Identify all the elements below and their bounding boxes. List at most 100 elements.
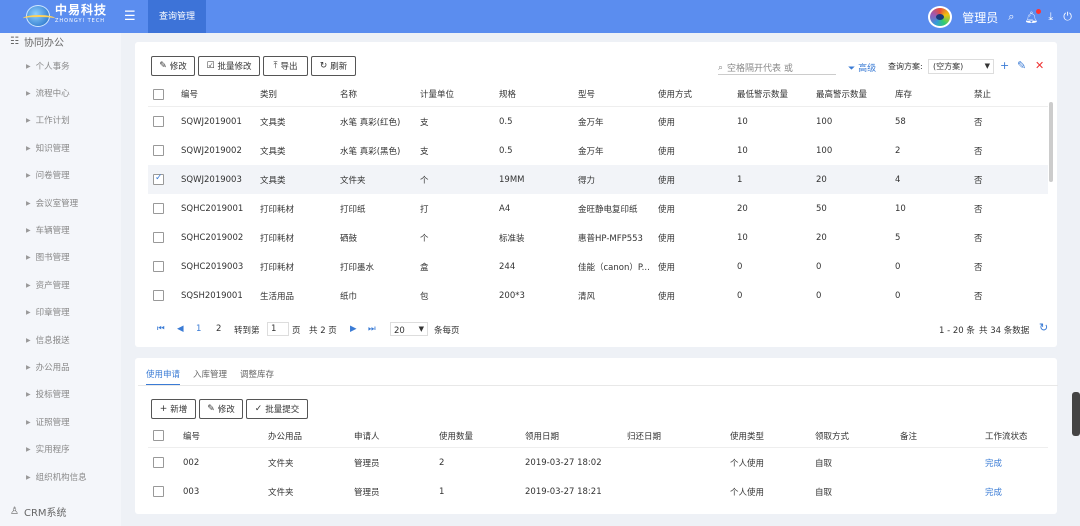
- col-header[interactable]: 编号: [181, 88, 198, 100]
- col-header[interactable]: 领取方式: [815, 430, 849, 442]
- goto-page-input[interactable]: 1: [267, 322, 289, 336]
- row-checkbox[interactable]: [153, 232, 164, 243]
- sidebar-item[interactable]: ▶ 工作计划: [26, 114, 70, 126]
- table-row[interactable]: SQSH2019001 生活用品 纸巾 包 200*3 清风 使用 0 0 0 否: [148, 281, 1048, 310]
- tab-query-management[interactable]: 查询管理: [148, 0, 206, 33]
- col-header[interactable]: 使用数量: [439, 430, 473, 442]
- next-page-icon[interactable]: ▶: [350, 324, 357, 334]
- edit-application-button[interactable]: ✎ 修改: [199, 399, 243, 419]
- sidebar-item[interactable]: ▶ 实用程序: [26, 443, 70, 455]
- refresh-button[interactable]: ↻ 刷新: [311, 56, 356, 76]
- username[interactable]: 管理员: [962, 9, 998, 26]
- page-size-select[interactable]: 20 ▼: [390, 322, 428, 336]
- edit-button[interactable]: ✎ 修改: [151, 56, 195, 76]
- advanced-filter[interactable]: ⏷ 高级: [848, 61, 876, 74]
- col-header[interactable]: 禁止: [974, 88, 991, 100]
- col-header[interactable]: 归还日期: [627, 430, 661, 442]
- batch-edit-button[interactable]: ☑ 批量修改: [198, 56, 260, 76]
- col-header[interactable]: 办公用品: [268, 430, 302, 442]
- sidebar-item[interactable]: ▶ 组织机构信息: [26, 471, 87, 483]
- table-row[interactable]: SQWJ2019001 文具类 水笔 真彩(红色) 支 0.5 金万年 使用 10 100 58 否: [148, 107, 1048, 136]
- menu-toggle-icon[interactable]: ☰: [124, 9, 136, 24]
- export-button[interactable]: ⤒ 导出: [263, 56, 308, 76]
- page-1[interactable]: 1: [196, 324, 201, 334]
- select-all-checkbox[interactable]: [153, 88, 164, 100]
- page-2[interactable]: 2: [216, 324, 221, 334]
- prev-page-icon[interactable]: ◀: [177, 324, 184, 334]
- row-checkbox[interactable]: [153, 457, 164, 468]
- sidebar-item[interactable]: ▶ 流程中心: [26, 87, 70, 99]
- table-row[interactable]: SQHC2019001 打印耗材 打印纸 打 A4 金旺静电复印纸 使用 20 50 10 否: [148, 194, 1048, 223]
- row-checkbox[interactable]: [153, 203, 164, 214]
- select-all-checkbox[interactable]: [153, 430, 164, 441]
- workflow-status-link[interactable]: 完成: [985, 486, 1002, 498]
- scheme-select[interactable]: (空方案) ▼: [928, 59, 994, 74]
- col-header[interactable]: 工作流状态: [985, 430, 1028, 442]
- tab-stock-in[interactable]: 入库管理: [193, 368, 227, 380]
- table-row[interactable]: SQWJ2019003 文具类 文件夹 个 19MM 得力 使用 1 20 4 否: [148, 165, 1048, 194]
- table-row[interactable]: 002 文件夹 管理员 2 2019-03-27 18:02 个人使用 自取 完成: [148, 448, 1048, 477]
- download-icon[interactable]: ⤓: [1048, 10, 1053, 24]
- col-header[interactable]: 型号: [578, 88, 595, 100]
- sidebar-item[interactable]: ▶ 问卷管理: [26, 169, 70, 181]
- col-header[interactable]: 领用日期: [525, 430, 559, 442]
- row-checkbox[interactable]: [153, 290, 164, 301]
- tab-adjust-stock[interactable]: 调整库存: [240, 368, 274, 380]
- add-button[interactable]: + 新增: [151, 399, 196, 419]
- col-header[interactable]: 最低警示数量: [737, 88, 788, 100]
- sidebar-item[interactable]: ▶ 知识管理: [26, 142, 70, 154]
- add-scheme-icon[interactable]: +: [1000, 59, 1009, 72]
- search-icon[interactable]: ⌕: [1008, 10, 1014, 24]
- sidebar-item[interactable]: ▶ 印章管理: [26, 306, 70, 318]
- row-checkbox[interactable]: [153, 173, 164, 185]
- col-header[interactable]: 规格: [499, 88, 516, 100]
- sidebar-item[interactable]: ▶ 车辆管理: [26, 224, 70, 236]
- edit-scheme-icon[interactable]: ✎: [1017, 59, 1026, 72]
- bell-icon[interactable]: 🔔︎: [1024, 8, 1042, 24]
- batch-submit-button[interactable]: ✓ 批量提交: [246, 399, 308, 419]
- row-checkbox[interactable]: [153, 116, 164, 127]
- sidebar-item[interactable]: ▶ 信息报送: [26, 334, 70, 346]
- table-row[interactable]: 003 文件夹 管理员 1 2019-03-27 18:21 个人使用 自取 完成: [148, 477, 1048, 506]
- sidebar-item[interactable]: ▶ 证照管理: [26, 416, 70, 428]
- first-page-icon[interactable]: ⏮: [157, 324, 165, 334]
- workflow-status-link[interactable]: 完成: [985, 457, 1002, 469]
- col-header[interactable]: 计量单位: [420, 88, 454, 100]
- sidebar-item[interactable]: ▶ 办公用品: [26, 361, 70, 373]
- reload-icon[interactable]: ↻: [1039, 321, 1048, 334]
- sidebar-item[interactable]: ▶ 资产管理: [26, 279, 70, 291]
- plus-icon: +: [159, 404, 168, 414]
- search-input[interactable]: ⌕ 空格隔开代表 或: [718, 61, 836, 75]
- col-header[interactable]: 库存: [895, 88, 912, 100]
- triangle-right-icon: ▶: [26, 226, 31, 234]
- logo[interactable]: 中易科技 ZHONGYI TECH: [23, 4, 107, 27]
- sidebar-group-crm[interactable]: ♙ CRM系统: [10, 504, 67, 519]
- col-header[interactable]: 类别: [260, 88, 277, 100]
- sidebar-item[interactable]: ▶ 图书管理: [26, 251, 70, 263]
- table-scrollbar[interactable]: [1049, 102, 1053, 182]
- sidebar-group-collab[interactable]: ☷ 协同办公: [10, 34, 64, 49]
- side-drawer-handle[interactable]: [1072, 392, 1080, 436]
- table-row[interactable]: SQHC2019003 打印耗材 打印墨水 盒 244 佳能（canon）P... 使用 0 0…: [148, 252, 1048, 281]
- sidebar-item[interactable]: ▶ 会议室管理: [26, 197, 78, 209]
- col-header[interactable]: 备注: [900, 430, 917, 442]
- col-header[interactable]: 使用类型: [730, 430, 764, 442]
- last-page-icon[interactable]: ⏭: [368, 324, 376, 334]
- row-checkbox[interactable]: [153, 145, 164, 156]
- avatar[interactable]: [928, 6, 953, 28]
- sidebar-item[interactable]: ▶ 个人事务: [26, 60, 70, 72]
- col-header[interactable]: 最高警示数量: [816, 88, 867, 100]
- table-row[interactable]: SQWJ2019002 文具类 水笔 真彩(黑色) 支 0.5 金万年 使用 10 100 2 否: [148, 136, 1048, 165]
- tab-usage-application[interactable]: 使用申请: [146, 368, 181, 386]
- power-icon[interactable]: ⏻: [1063, 10, 1072, 24]
- sidebar-item[interactable]: ▶ 投标管理: [26, 388, 70, 400]
- row-checkbox[interactable]: [153, 261, 164, 272]
- col-header[interactable]: 使用方式: [658, 88, 692, 100]
- col-header[interactable]: 名称: [340, 88, 357, 100]
- row-checkbox[interactable]: [153, 486, 164, 497]
- delete-scheme-icon[interactable]: ✕: [1035, 59, 1044, 72]
- table-cell: 支: [420, 117, 429, 128]
- table-row[interactable]: SQHC2019002 打印耗材 硒鼓 个 标准装 惠普HP-MFP553 使用 10 20 5 否: [148, 223, 1048, 252]
- col-header[interactable]: 编号: [183, 430, 200, 442]
- col-header[interactable]: 申请人: [354, 430, 380, 442]
